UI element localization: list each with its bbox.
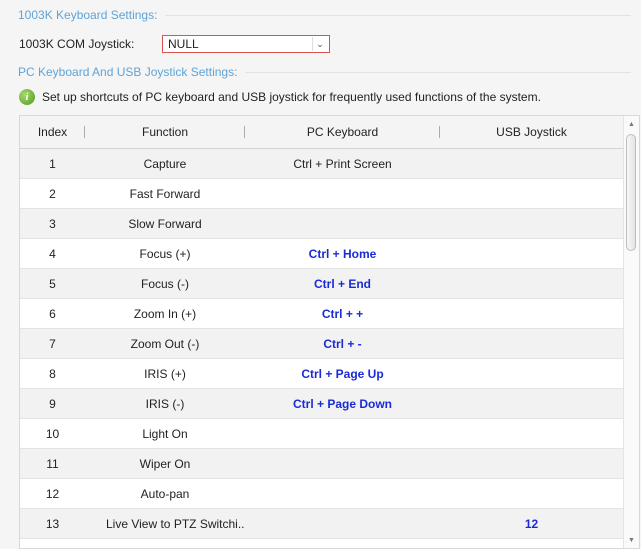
scroll-down-icon[interactable]: ▼ (624, 534, 639, 546)
section-divider (245, 71, 631, 73)
cell-index: 9 (49, 396, 56, 411)
cell-function: Focus (+) (139, 246, 191, 261)
pc-keyboard-title: PC Keyboard And USB Joystick Settings: (18, 65, 238, 79)
scrollbar-thumb[interactable] (626, 134, 636, 251)
table-row[interactable]: 3 Slow Forward (20, 209, 623, 239)
cell-function: Wiper On (139, 456, 191, 471)
table-row[interactable]: 2 Fast Forward (20, 179, 623, 209)
keyboard-settings-section-title: 1003K Keyboard Settings: (18, 8, 631, 22)
column-header-pc-keyboard[interactable]: PC Keyboard (245, 125, 440, 139)
cell-index: 6 (49, 306, 56, 321)
cell-pc-keyboard[interactable]: Ctrl + - (245, 337, 440, 351)
cell-index: 8 (49, 366, 56, 381)
cell-index: 12 (45, 486, 60, 501)
joystick-setting-row: 1003K COM Joystick: NULL ⌄ (19, 35, 330, 53)
cell-index: 2 (49, 186, 56, 201)
table-body: 1 Capture Ctrl + Print Screen 2 Fast Forward… (20, 149, 623, 539)
cell-index: 13 (45, 516, 60, 531)
column-header-label: USB Joystick (496, 125, 567, 139)
info-icon: i (19, 89, 35, 105)
scroll-up-icon[interactable]: ▲ (624, 118, 639, 130)
cell-index: 5 (49, 276, 56, 291)
table-row[interactable]: 10 Light On (20, 419, 623, 449)
cell-index: 3 (49, 216, 56, 231)
cell-index: 1 (49, 156, 56, 171)
table-row[interactable]: 5 Focus (-) Ctrl + End (20, 269, 623, 299)
cell-pc-keyboard[interactable]: Ctrl + + (245, 307, 440, 321)
table-row[interactable]: 7 Zoom Out (-) Ctrl + - (20, 329, 623, 359)
column-header-label: Function (141, 125, 189, 139)
table-row[interactable]: 6 Zoom In (+) Ctrl + + (20, 299, 623, 329)
table-row[interactable]: 11 Wiper On (20, 449, 623, 479)
cell-index: 4 (49, 246, 56, 261)
cell-function: Live View to PTZ Switchi... (106, 516, 245, 531)
section-divider (165, 14, 631, 16)
cell-function: Focus (-) (141, 276, 189, 291)
cell-function: IRIS (+) (144, 366, 186, 381)
chevron-down-icon[interactable]: ⌄ (312, 37, 327, 51)
column-header-label: PC Keyboard (306, 125, 379, 139)
table-row[interactable]: 4 Focus (+) Ctrl + Home (20, 239, 623, 269)
cell-function: Light On (142, 426, 188, 441)
keyboard-settings-title: 1003K Keyboard Settings: (18, 8, 158, 22)
cell-index: 7 (49, 336, 56, 351)
cell-pc-keyboard[interactable]: Ctrl + Print Screen (245, 157, 440, 171)
cell-pc-keyboard[interactable]: Ctrl + Page Down (245, 397, 440, 411)
joystick-select[interactable]: NULL ⌄ (162, 35, 330, 53)
cell-function: IRIS (-) (145, 396, 185, 411)
cell-pc-keyboard[interactable]: Ctrl + Home (245, 247, 440, 261)
cell-usb-joystick[interactable]: 12 (440, 517, 623, 531)
cell-index: 11 (46, 456, 59, 471)
cell-pc-keyboard[interactable]: Ctrl + End (245, 277, 440, 291)
cell-index: 10 (45, 426, 60, 441)
joystick-select-value: NULL (168, 37, 199, 51)
info-text: Set up shortcuts of PC keyboard and USB … (42, 90, 541, 104)
info-message: i Set up shortcuts of PC keyboard and US… (19, 89, 541, 105)
table-row[interactable]: 12 Auto-pan (20, 479, 623, 509)
column-header-index[interactable]: Index (20, 125, 85, 139)
table-header: Index Function PC Keyboard USB Joystick (20, 116, 623, 149)
cell-function: Capture (143, 156, 187, 171)
cell-function: Zoom Out (-) (130, 336, 200, 351)
cell-pc-keyboard[interactable]: Ctrl + Page Up (245, 367, 440, 381)
joystick-label: 1003K COM Joystick: (19, 37, 135, 51)
table-row[interactable]: 8 IRIS (+) Ctrl + Page Up (20, 359, 623, 389)
shortcut-table: Index Function PC Keyboard USB Joystick … (19, 115, 640, 549)
column-header-usb-joystick[interactable]: USB Joystick (440, 125, 623, 139)
pc-keyboard-section-title: PC Keyboard And USB Joystick Settings: (18, 65, 631, 79)
vertical-scrollbar[interactable]: ▲ ▼ (623, 116, 639, 548)
column-header-function[interactable]: Function (85, 125, 245, 139)
cell-function: Auto-pan (140, 486, 190, 501)
cell-function: Slow Forward (128, 216, 202, 231)
table-row[interactable]: 1 Capture Ctrl + Print Screen (20, 149, 623, 179)
table-row[interactable]: 9 IRIS (-) Ctrl + Page Down (20, 389, 623, 419)
column-header-label: Index (37, 125, 68, 139)
cell-function: Zoom In (+) (133, 306, 197, 321)
table-row[interactable]: 13 Live View to PTZ Switchi... 12 (20, 509, 623, 539)
cell-function: Fast Forward (129, 186, 201, 201)
